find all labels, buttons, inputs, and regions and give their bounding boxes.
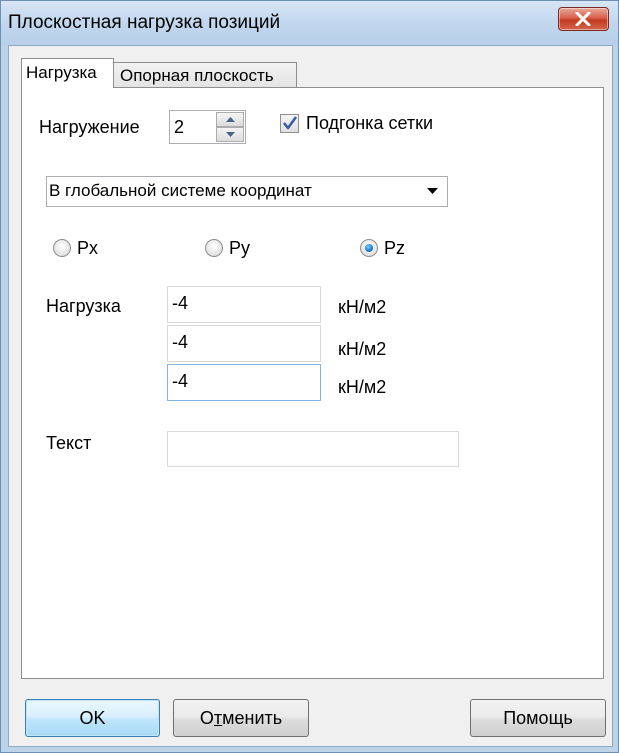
radio-py-label: Py — [229, 238, 251, 258]
radio-pz-label: Pz — [384, 238, 406, 258]
dialog-client-area: Нагрузка Опорная плоскость Нагружение 2 — [8, 45, 613, 747]
loading-stepper[interactable]: 2 — [169, 110, 246, 144]
loading-value: 2 — [174, 117, 185, 137]
radio-px-label: Px — [77, 238, 99, 258]
ok-button-label: OK — [79, 708, 106, 728]
load-unit-3: кН/м2 — [338, 377, 387, 397]
window-title: Плоскостная нагрузка позиций — [8, 12, 281, 33]
radio-pz-selected-dot — [365, 244, 373, 252]
text-label: Текст — [46, 433, 92, 453]
tab-support-plane-label: Опорная плоскость — [120, 66, 274, 85]
load-value-3: -4 — [172, 371, 189, 391]
grid-fit-checkbox[interactable] — [280, 114, 299, 133]
tab-support-plane[interactable]: Опорная плоскость — [113, 62, 297, 88]
chevron-down-icon — [427, 188, 438, 194]
loading-decrement-button[interactable] — [216, 127, 244, 142]
checkmark-icon — [282, 116, 298, 130]
title-bar[interactable]: Плоскостная нагрузка позиций — [1, 1, 618, 45]
load-value-1: -4 — [172, 293, 189, 313]
tab-load[interactable]: Нагрузка — [21, 58, 114, 88]
triangle-up-icon — [226, 117, 235, 122]
radio-py[interactable] — [205, 239, 223, 257]
cancel-button[interactable]: Отменить — [173, 699, 309, 737]
load-value-2: -4 — [172, 332, 189, 352]
load-value-field-2[interactable]: -4 — [167, 325, 321, 362]
close-button[interactable] — [558, 7, 609, 31]
load-unit-2: кН/м2 — [338, 339, 387, 359]
help-button[interactable]: Помощь — [470, 699, 606, 737]
cancel-button-label: Отменить — [199, 708, 283, 728]
coord-system-value: В глобальной системе координат — [49, 181, 312, 200]
loading-increment-button[interactable] — [216, 112, 244, 127]
load-unit-1: кН/м2 — [338, 297, 387, 317]
help-button-label: Помощь — [503, 708, 573, 728]
radio-px[interactable] — [53, 239, 71, 257]
triangle-down-icon — [226, 132, 235, 137]
grid-fit-label: Подгонка сетки — [306, 113, 434, 133]
loading-label: Нагружение — [39, 117, 140, 137]
ok-button[interactable]: OK — [25, 699, 160, 737]
load-value-field-1[interactable]: -4 — [167, 286, 321, 323]
load-value-field-3[interactable]: -4 — [167, 364, 321, 401]
tab-panel-load: Нагружение 2 Подгонка сетки В глобальной… — [21, 87, 604, 679]
text-input[interactable] — [167, 431, 459, 467]
coord-system-select[interactable]: В глобальной системе координат — [46, 176, 448, 207]
load-label: Нагрузка — [46, 296, 121, 316]
close-icon — [575, 12, 591, 26]
dialog-window: Плоскостная нагрузка позиций Нагрузка Оп… — [0, 0, 619, 753]
radio-pz[interactable] — [360, 239, 378, 257]
tab-load-label: Нагрузка — [26, 63, 97, 82]
